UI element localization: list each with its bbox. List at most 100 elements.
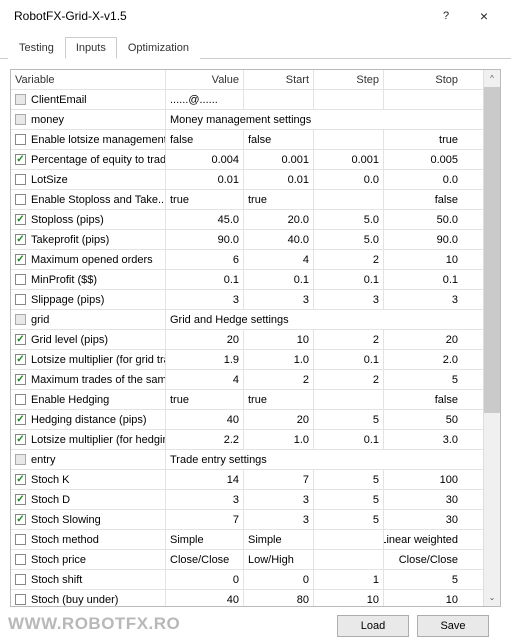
- stop-cell[interactable]: 30: [384, 510, 462, 529]
- step-cell[interactable]: [314, 190, 384, 209]
- stop-cell[interactable]: 0.005: [384, 150, 462, 169]
- step-cell[interactable]: 10: [314, 590, 384, 606]
- stop-cell[interactable]: 30: [384, 490, 462, 509]
- variable-cell[interactable]: Slippage (pips): [11, 290, 166, 309]
- variable-cell[interactable]: Stoch K: [11, 470, 166, 489]
- tab-optimization[interactable]: Optimization: [117, 37, 200, 59]
- col-header-value[interactable]: Value: [166, 70, 244, 89]
- variable-cell[interactable]: money: [11, 110, 166, 129]
- value-cell[interactable]: 90.0: [166, 230, 244, 249]
- table-row[interactable]: gridGrid and Hedge settings: [11, 310, 483, 330]
- value-cell[interactable]: 3: [166, 490, 244, 509]
- table-row[interactable]: ClientEmail......@......: [11, 90, 483, 110]
- step-cell[interactable]: 2: [314, 250, 384, 269]
- variable-cell[interactable]: Maximum trades of the sam...: [11, 370, 166, 389]
- col-header-step[interactable]: Step: [314, 70, 384, 89]
- variable-cell[interactable]: Stoch price: [11, 550, 166, 569]
- table-row[interactable]: Grid level (pips)2010220: [11, 330, 483, 350]
- checkbox-icon[interactable]: [15, 434, 26, 445]
- variable-cell[interactable]: Enable lotsize management: [11, 130, 166, 149]
- stop-cell[interactable]: 90.0: [384, 230, 462, 249]
- stop-cell[interactable]: 10: [384, 590, 462, 606]
- variable-cell[interactable]: grid: [11, 310, 166, 329]
- step-cell[interactable]: [314, 90, 384, 109]
- value-cell[interactable]: 4: [166, 370, 244, 389]
- checkbox-icon[interactable]: [15, 214, 26, 225]
- checkbox-icon[interactable]: [15, 234, 26, 245]
- stop-cell[interactable]: 5: [384, 370, 462, 389]
- tab-inputs[interactable]: Inputs: [65, 37, 117, 59]
- stop-cell[interactable]: true: [384, 130, 462, 149]
- start-cell[interactable]: 20.0: [244, 210, 314, 229]
- table-row[interactable]: MinProfit ($$)0.10.10.10.1: [11, 270, 483, 290]
- step-cell[interactable]: 5.0: [314, 230, 384, 249]
- checkbox-icon[interactable]: [15, 474, 26, 485]
- checkbox-icon[interactable]: [15, 194, 26, 205]
- scroll-thumb[interactable]: [484, 87, 500, 413]
- value-cell[interactable]: 0.1: [166, 270, 244, 289]
- stop-cell[interactable]: 3.0: [384, 430, 462, 449]
- checkbox-icon[interactable]: [15, 354, 26, 365]
- value-cell[interactable]: 0.01: [166, 170, 244, 189]
- checkbox-icon[interactable]: [15, 534, 26, 545]
- start-cell[interactable]: true: [244, 190, 314, 209]
- step-cell[interactable]: [314, 530, 384, 549]
- table-row[interactable]: Enable Stoploss and Take...truetruefalse: [11, 190, 483, 210]
- step-cell[interactable]: 0.1: [314, 270, 384, 289]
- value-cell[interactable]: 7: [166, 510, 244, 529]
- value-cell[interactable]: 45.0: [166, 210, 244, 229]
- stop-cell[interactable]: 100: [384, 470, 462, 489]
- stop-cell[interactable]: 20: [384, 330, 462, 349]
- start-cell[interactable]: 4: [244, 250, 314, 269]
- variable-cell[interactable]: Enable Stoploss and Take...: [11, 190, 166, 209]
- close-button[interactable]: ×: [465, 2, 503, 30]
- start-cell[interactable]: 3: [244, 290, 314, 309]
- checkbox-icon[interactable]: [15, 254, 26, 265]
- checkbox-icon[interactable]: [15, 574, 26, 585]
- table-row[interactable]: Stoch (buy under)40801010: [11, 590, 483, 606]
- step-cell[interactable]: 0.1: [314, 430, 384, 449]
- stop-cell[interactable]: 3: [384, 290, 462, 309]
- variable-cell[interactable]: Grid level (pips): [11, 330, 166, 349]
- step-cell[interactable]: 5.0: [314, 210, 384, 229]
- start-cell[interactable]: 20: [244, 410, 314, 429]
- table-row[interactable]: entryTrade entry settings: [11, 450, 483, 470]
- checkbox-icon[interactable]: [15, 394, 26, 405]
- checkbox-icon[interactable]: [15, 154, 26, 165]
- value-cell[interactable]: false: [166, 130, 244, 149]
- step-cell[interactable]: 2: [314, 370, 384, 389]
- checkbox-icon[interactable]: [15, 374, 26, 385]
- table-row[interactable]: LotSize0.010.010.00.0: [11, 170, 483, 190]
- start-cell[interactable]: 0.001: [244, 150, 314, 169]
- step-cell[interactable]: [314, 130, 384, 149]
- value-cell[interactable]: 2.2: [166, 430, 244, 449]
- table-row[interactable]: Hedging distance (pips)4020550: [11, 410, 483, 430]
- tab-testing[interactable]: Testing: [8, 37, 65, 59]
- step-cell[interactable]: [314, 390, 384, 409]
- stop-cell[interactable]: false: [384, 190, 462, 209]
- value-cell[interactable]: 40: [166, 410, 244, 429]
- start-cell[interactable]: 1.0: [244, 350, 314, 369]
- help-button[interactable]: ?: [427, 2, 465, 30]
- start-cell[interactable]: 1.0: [244, 430, 314, 449]
- value-cell[interactable]: 40: [166, 590, 244, 606]
- value-cell[interactable]: ......@......: [166, 90, 244, 109]
- variable-cell[interactable]: Stoch shift: [11, 570, 166, 589]
- step-cell[interactable]: 0.0: [314, 170, 384, 189]
- save-button[interactable]: Save: [417, 615, 489, 637]
- start-cell[interactable]: 10: [244, 330, 314, 349]
- table-row[interactable]: Stoch shift0015: [11, 570, 483, 590]
- value-cell[interactable]: 0: [166, 570, 244, 589]
- variable-cell[interactable]: ClientEmail: [11, 90, 166, 109]
- table-row[interactable]: moneyMoney management settings: [11, 110, 483, 130]
- stop-cell[interactable]: 5: [384, 570, 462, 589]
- table-row[interactable]: Enable Hedgingtruetruefalse: [11, 390, 483, 410]
- variable-cell[interactable]: entry: [11, 450, 166, 469]
- variable-cell[interactable]: Lotsize multiplier (for grid tra...: [11, 350, 166, 369]
- step-cell[interactable]: 1: [314, 570, 384, 589]
- value-cell[interactable]: 20: [166, 330, 244, 349]
- table-row[interactable]: Percentage of equity to trade0.0040.0010…: [11, 150, 483, 170]
- value-cell[interactable]: 1.9: [166, 350, 244, 369]
- table-row[interactable]: Stoch methodSimpleSimpleLinear weighted: [11, 530, 483, 550]
- variable-cell[interactable]: LotSize: [11, 170, 166, 189]
